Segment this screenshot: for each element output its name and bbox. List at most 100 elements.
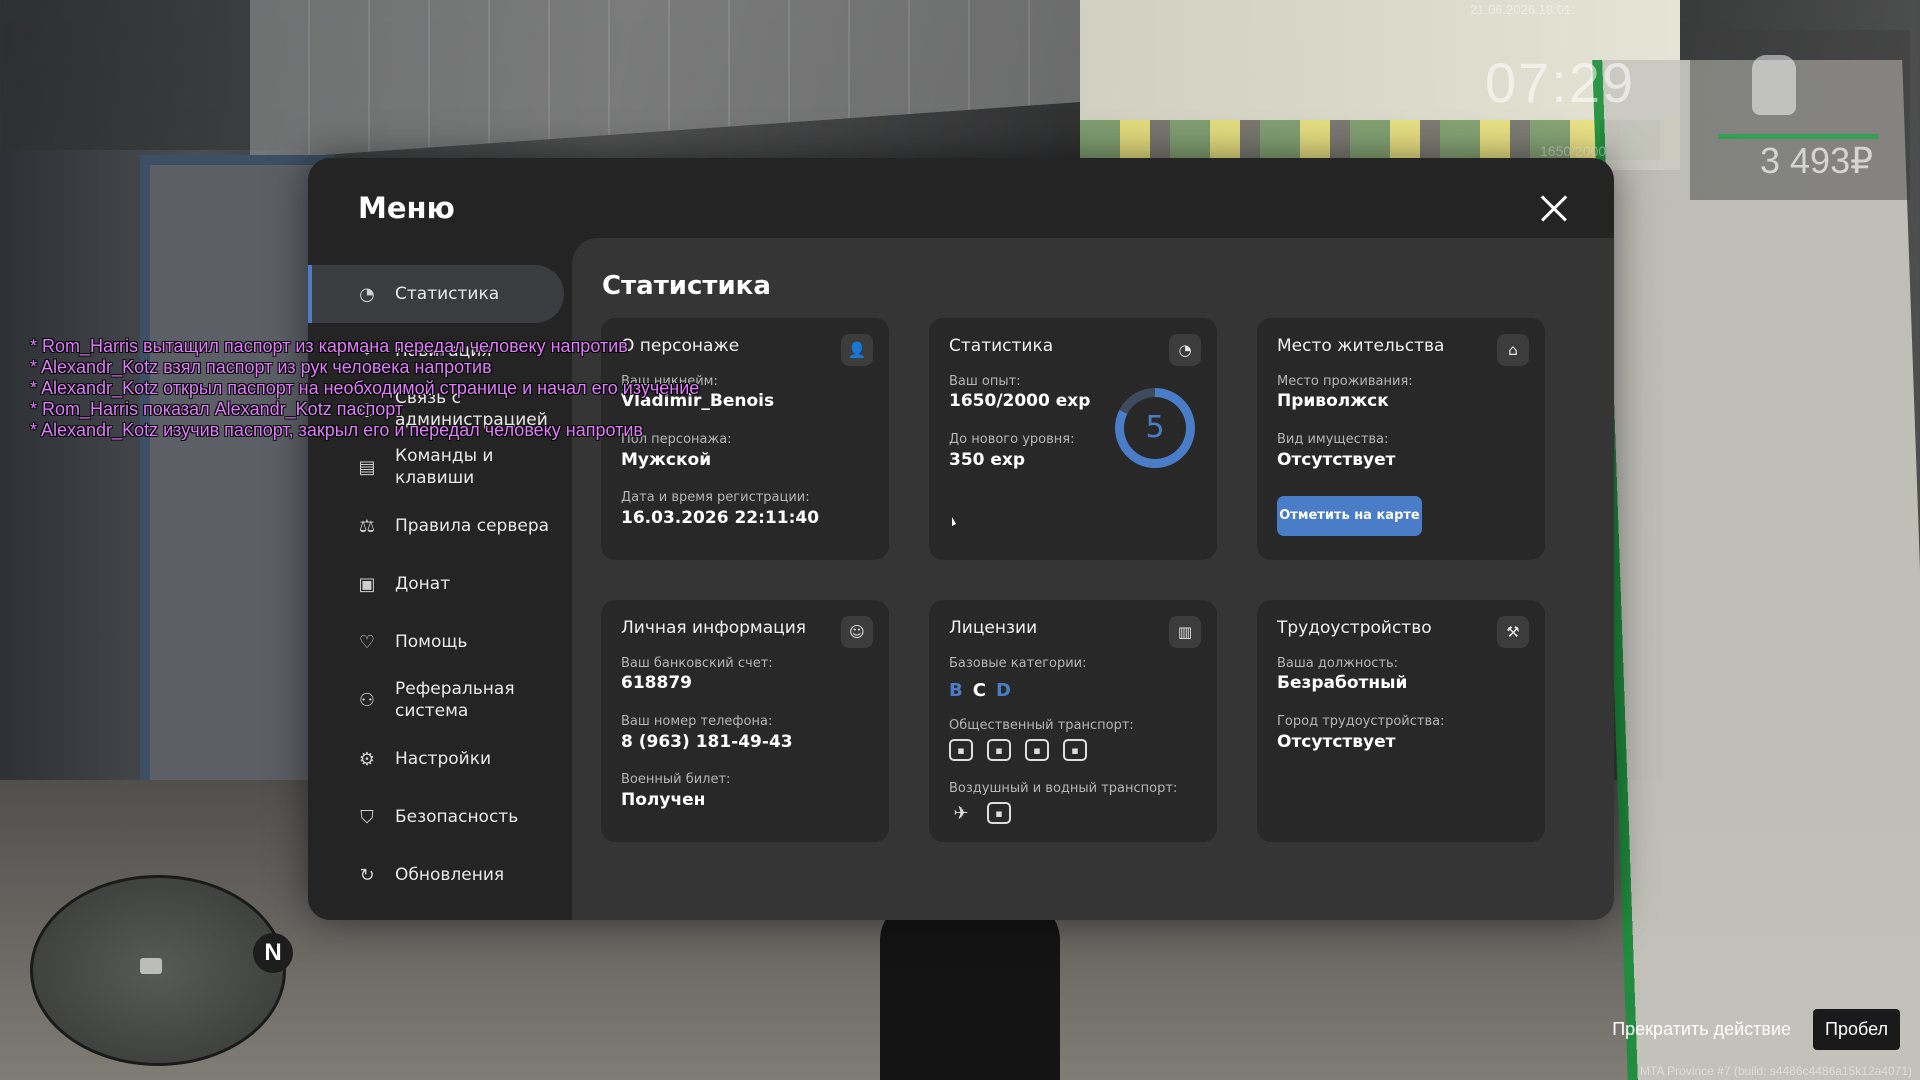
sidebar-item-commands[interactable]: ▤ Команды и клавиши <box>308 438 563 496</box>
card-title: Трудоустройство <box>1277 618 1432 638</box>
statistics-card: Статистика ◔ Ваш опыт: 1650/2000 exp До … <box>929 318 1217 560</box>
xp-value: 1650/2000 exp <box>949 391 1091 411</box>
scales-icon: ⚖ <box>358 515 376 537</box>
fist-icon <box>1752 55 1796 115</box>
minimap-marker-icon <box>140 958 162 974</box>
airplane-icon: ✈ <box>953 802 969 824</box>
hud-clock: 07:29 <box>1485 51 1636 114</box>
bank-label: Ваш банковский счет: <box>621 656 773 671</box>
game-ceiling <box>250 0 1080 160</box>
close-icon[interactable] <box>1534 188 1574 228</box>
shield-icon: ⛉ <box>360 806 374 828</box>
user-circle-icon[interactable]: ☺ <box>841 616 873 648</box>
chat-line: * Alexandr_Kotz взял паспорт из рук чело… <box>30 357 492 377</box>
next-level-value: 350 exp <box>949 450 1026 470</box>
page-title: Статистика <box>602 271 771 301</box>
sidebar-item-label: Помощь <box>395 632 468 652</box>
sidebar-item-label: Обновления <box>395 865 505 885</box>
action-hint-key[interactable]: Пробел <box>1813 1009 1900 1050</box>
card-title: Место жительства <box>1277 336 1445 356</box>
residence-label: Место проживания: <box>1277 374 1413 389</box>
property-value: Отсутствует <box>1277 450 1396 470</box>
employment-card: Трудоустройство ⚒ Ваша должность: Безраб… <box>1257 600 1545 842</box>
action-hint-label: Прекратить действие <box>1612 1019 1792 1039</box>
card-title: Личная информация <box>621 618 807 638</box>
card-title: Лицензии <box>949 618 1038 638</box>
sidebar-item-security[interactable]: ⛉ Безопасность <box>308 788 563 846</box>
gender-value: Мужской <box>621 450 712 470</box>
chat-line: * Rom_Harris показал Alexandr_Kotz паспо… <box>30 399 404 419</box>
tram-icon: ▪ <box>1025 739 1049 761</box>
bus-icon: ▪ <box>949 739 973 761</box>
hud-health-bar <box>1718 134 1878 139</box>
sidebar-item-label: Реферальная система <box>395 679 515 721</box>
chat-line: * Alexandr_Kotz изучив паспорт, закрыл е… <box>30 420 643 440</box>
hands-heart-icon: ♡ <box>358 631 376 653</box>
wallet-icon: ▣ <box>358 573 376 595</box>
sidebar-item-rules[interactable]: ⚖ Правила сервера <box>308 497 563 555</box>
licenses-card: Лицензии ▥ Базовые категории: B C D Обще… <box>929 600 1217 842</box>
license-category-c: C <box>972 680 986 701</box>
air-water-label: Воздушный и водный транспорт: <box>949 781 1178 796</box>
boat-icon: ▪ <box>987 802 1011 824</box>
chart-pie-icon: ◔ <box>359 283 375 305</box>
content-panel: Статистика О персонаже 👤 Ваш никнейм: Vl… <box>572 238 1614 920</box>
military-label: Военный билет: <box>621 772 731 787</box>
residence-value: Приволжск <box>1277 391 1389 411</box>
sidebar-item-referral[interactable]: ⚇ Реферальная система <box>308 671 563 729</box>
game-character <box>880 900 1060 1080</box>
sidebar-item-label: Безопасность <box>395 807 519 827</box>
sidebar-item-donate[interactable]: ▣ Донат <box>308 555 563 613</box>
sidebar-item-settings[interactable]: ⚙ Настройки <box>308 730 563 788</box>
hud-date: 21.06.2026 18:01: <box>1470 2 1575 17</box>
chat-line: * Alexandr_Kotz открыл паспорт на необхо… <box>30 378 700 398</box>
sidebar-item-updates[interactable]: ↻ Обновления <box>308 846 563 904</box>
public-transport-icons: ▪ ▪ ▪ ▪ <box>949 739 1087 761</box>
game-info-board <box>1592 60 1920 1080</box>
level-progress-ring: 5 <box>1115 388 1195 468</box>
build-info: MTA Province #7 (build: s4486c4486a15k12… <box>1640 1064 1912 1078</box>
chat-line: * Rom_Harris вытащил паспорт из кармана … <box>30 336 628 356</box>
mark-on-map-button[interactable]: Отметить на карте <box>1277 496 1422 536</box>
user-icon[interactable]: 👤 <box>841 334 873 366</box>
public-transport-label: Общественный транспорт: <box>949 718 1134 733</box>
refresh-icon: ↻ <box>359 864 375 886</box>
job-label: Ваша должность: <box>1277 656 1399 671</box>
job-city-value: Отсутствует <box>1277 732 1396 752</box>
train-icon: ▪ <box>1063 739 1087 761</box>
air-water-icons: ✈ ▪ <box>949 802 1011 824</box>
xp-label: Ваш опыт: <box>949 374 1021 389</box>
document-icon: ▤ <box>358 456 376 478</box>
mouse-cursor-icon <box>952 517 956 526</box>
residence-card: Место жительства ⌂ Место проживания: При… <box>1257 318 1545 560</box>
personal-info-card: Личная информация ☺ Ваш банковский счет:… <box>601 600 889 842</box>
license-icon[interactable]: ▥ <box>1169 616 1201 648</box>
sidebar-item-label: Статистика <box>395 284 500 304</box>
level-value: 5 <box>1124 397 1186 459</box>
military-value: Получен <box>621 790 706 810</box>
game-door <box>140 155 334 815</box>
sidebar-item-statistics[interactable]: ◔ Статистика <box>308 265 564 323</box>
job-city-label: Город трудоустройства: <box>1277 714 1445 729</box>
sidebar-item-help[interactable]: ♡ Помощь <box>308 613 563 671</box>
trolleybus-icon: ▪ <box>987 739 1011 761</box>
next-level-label: До нового уровня: <box>949 432 1075 447</box>
sidebar-item-label: Настройки <box>395 749 492 769</box>
hud-xp: 1650/2000 <box>1540 143 1607 159</box>
action-hint: Прекратить действие Пробел <box>1612 1009 1900 1050</box>
phone-label: Ваш номер телефона: <box>621 714 773 729</box>
menu-modal: Меню ◔ Статистика ⌖ Навигация ◌ Связь с … <box>308 158 1614 920</box>
chart-pie-icon[interactable]: ◔ <box>1169 334 1201 366</box>
gear-icon: ⚙ <box>358 748 376 770</box>
bank-value: 618879 <box>621 673 692 693</box>
job-value: Безработный <box>1277 673 1408 693</box>
hud-money: 3 493₽ <box>1760 140 1873 181</box>
phone-value: 8 (963) 181-49-43 <box>621 732 793 752</box>
license-category-b: B <box>949 680 963 701</box>
menu-title: Меню <box>358 191 455 225</box>
sidebar-item-label: Команды и клавиши <box>395 446 494 488</box>
license-categories: B C D <box>949 680 1011 701</box>
home-icon[interactable]: ⌂ <box>1497 334 1529 366</box>
hammer-icon[interactable]: ⚒ <box>1497 616 1529 648</box>
registration-value: 16.03.2026 22:11:40 <box>621 508 820 528</box>
